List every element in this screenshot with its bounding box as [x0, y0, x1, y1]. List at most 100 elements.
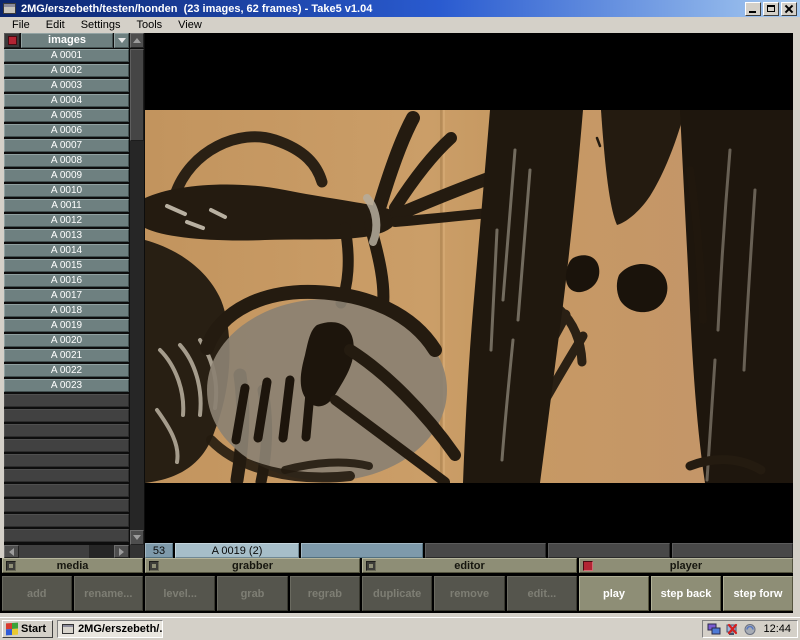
arrow-up-icon [133, 38, 141, 43]
maximize-icon [767, 5, 775, 12]
titlebar: 2MG/erszebeth/testen/honden (23 images, … [0, 0, 800, 17]
image-item-A0002[interactable]: A 0002 [4, 64, 129, 77]
windows-logo-icon [6, 623, 18, 636]
hscroll-left-button[interactable] [4, 545, 19, 558]
images-indicator-button[interactable] [4, 33, 20, 48]
image-item-A0015[interactable]: A 0015 [4, 259, 129, 272]
taskbar-clock[interactable]: 12:44 [761, 623, 791, 635]
vscroll-down-button[interactable] [130, 530, 144, 545]
close-button[interactable] [781, 2, 797, 16]
media-panel-header: media [2, 558, 143, 573]
editor-indicator-icon[interactable] [366, 561, 376, 571]
player-panel-title: player [593, 560, 779, 572]
images-list: A 0001 A 0002 A 0003 A 0004 A 0005 A 0006 A 00… [4, 49, 129, 543]
image-item-A0001[interactable]: A 0001 [4, 49, 129, 62]
timeline-cell[interactable] [301, 543, 423, 558]
player-step-forw-button[interactable]: step forw [723, 576, 793, 611]
window-right-border [793, 33, 800, 613]
grabber-grab-button[interactable]: grab [217, 576, 287, 611]
hscroll-track[interactable] [19, 545, 114, 558]
image-item-A0009[interactable]: A 0009 [4, 169, 129, 182]
vertical-scrollbar[interactable] [130, 49, 144, 530]
timeline-cell[interactable] [425, 543, 547, 558]
image-item-A0020[interactable]: A 0020 [4, 334, 129, 347]
media-indicator-icon[interactable] [6, 561, 16, 571]
start-button[interactable]: Start [2, 620, 53, 638]
editor-edit-button[interactable]: edit... [507, 576, 577, 611]
grabber-panel-title: grabber [159, 560, 346, 572]
image-item-A0005[interactable]: A 0005 [4, 109, 129, 122]
images-column-header[interactable]: images [21, 33, 113, 48]
minimize-button[interactable] [745, 2, 761, 16]
image-item-A0006[interactable]: A 0006 [4, 124, 129, 137]
image-item-A0011[interactable]: A 0011 [4, 199, 129, 212]
horizontal-scrollbar [4, 545, 129, 558]
timeline-active-image-cell[interactable]: A 0019 (2) [175, 543, 299, 558]
system-tray: 12:44 [702, 620, 798, 638]
window-title: 2MG/erszebeth/testen/honden (23 images, … [21, 3, 745, 15]
arrow-left-icon [9, 548, 14, 556]
vscroll-thumb[interactable] [130, 49, 144, 141]
grabber-panel: grabber level...grabregrab [145, 558, 360, 613]
image-item-A0012[interactable]: A 0012 [4, 214, 129, 227]
images-dropdown-button[interactable] [114, 33, 129, 48]
player-play-button[interactable]: play [579, 576, 649, 611]
close-icon [785, 5, 793, 13]
image-item-A0004[interactable]: A 0004 [4, 94, 129, 107]
image-item-A0018[interactable]: A 0018 [4, 304, 129, 317]
image-item-A0021[interactable]: A 0021 [4, 349, 129, 362]
grabber-indicator-icon[interactable] [149, 561, 159, 571]
media-rename-button[interactable]: rename... [74, 576, 144, 611]
menu-view[interactable]: View [170, 17, 210, 33]
app-icon[interactable] [3, 3, 16, 14]
image-item-A0008[interactable]: A 0008 [4, 154, 129, 167]
menu-edit[interactable]: Edit [38, 17, 73, 33]
image-item-empty [4, 409, 129, 422]
control-panels: media addrename... grabber level...grabr… [0, 558, 793, 613]
taskbar-task-take5[interactable]: 2MG/erszebeth/... [57, 620, 163, 638]
taskbar: Start 2MG/erszebeth/... 12:44 [0, 617, 800, 640]
image-item-empty [4, 394, 129, 407]
network-disconnected-tray-icon[interactable] [725, 623, 739, 636]
take5-app-window: 2MG/erszebeth/testen/honden (23 images, … [0, 0, 800, 640]
image-item-A0016[interactable]: A 0016 [4, 274, 129, 287]
player-indicator-icon[interactable] [583, 561, 593, 571]
grabber-regrab-button[interactable]: regrab [290, 576, 360, 611]
video-canvas [145, 33, 793, 543]
hscroll-thumb[interactable] [19, 545, 89, 558]
captured-frame-painting [145, 110, 793, 483]
editor-duplicate-button[interactable]: duplicate [362, 576, 432, 611]
chevron-down-icon [118, 38, 126, 43]
menu-file[interactable]: File [4, 17, 38, 33]
image-item-empty [4, 499, 129, 512]
image-item-A0014[interactable]: A 0014 [4, 244, 129, 257]
vscroll-up-button[interactable] [130, 33, 144, 48]
editor-remove-button[interactable]: remove [434, 576, 504, 611]
image-item-A0003[interactable]: A 0003 [4, 79, 129, 92]
menu-tools[interactable]: Tools [128, 17, 170, 33]
display-settings-tray-icon[interactable] [707, 623, 721, 636]
scrollbar-corner [130, 545, 144, 558]
record-indicator-icon [8, 36, 17, 45]
hscroll-right-button[interactable] [114, 545, 129, 558]
image-item-A0007[interactable]: A 0007 [4, 139, 129, 152]
window-controls [745, 2, 797, 16]
menu-settings[interactable]: Settings [73, 17, 129, 33]
image-item-A0017[interactable]: A 0017 [4, 289, 129, 302]
image-item-empty [4, 454, 129, 467]
image-item-A0022[interactable]: A 0022 [4, 364, 129, 377]
timeline-cell[interactable] [548, 543, 670, 558]
image-item-A0013[interactable]: A 0013 [4, 229, 129, 242]
image-item-A0010[interactable]: A 0010 [4, 184, 129, 197]
media-add-button[interactable]: add [2, 576, 72, 611]
update-tray-icon[interactable] [743, 623, 757, 636]
grabber-level-button[interactable]: level... [145, 576, 215, 611]
image-item-A0019[interactable]: A 0019 [4, 319, 129, 332]
maximize-button[interactable] [763, 2, 779, 16]
image-item-A0023[interactable]: A 0023 [4, 379, 129, 392]
image-item-empty [4, 439, 129, 452]
timeline-cell[interactable] [672, 543, 794, 558]
editor-panel: editor duplicateremoveedit... [362, 558, 577, 613]
player-step-back-button[interactable]: step back [651, 576, 721, 611]
minimize-icon [749, 11, 756, 13]
